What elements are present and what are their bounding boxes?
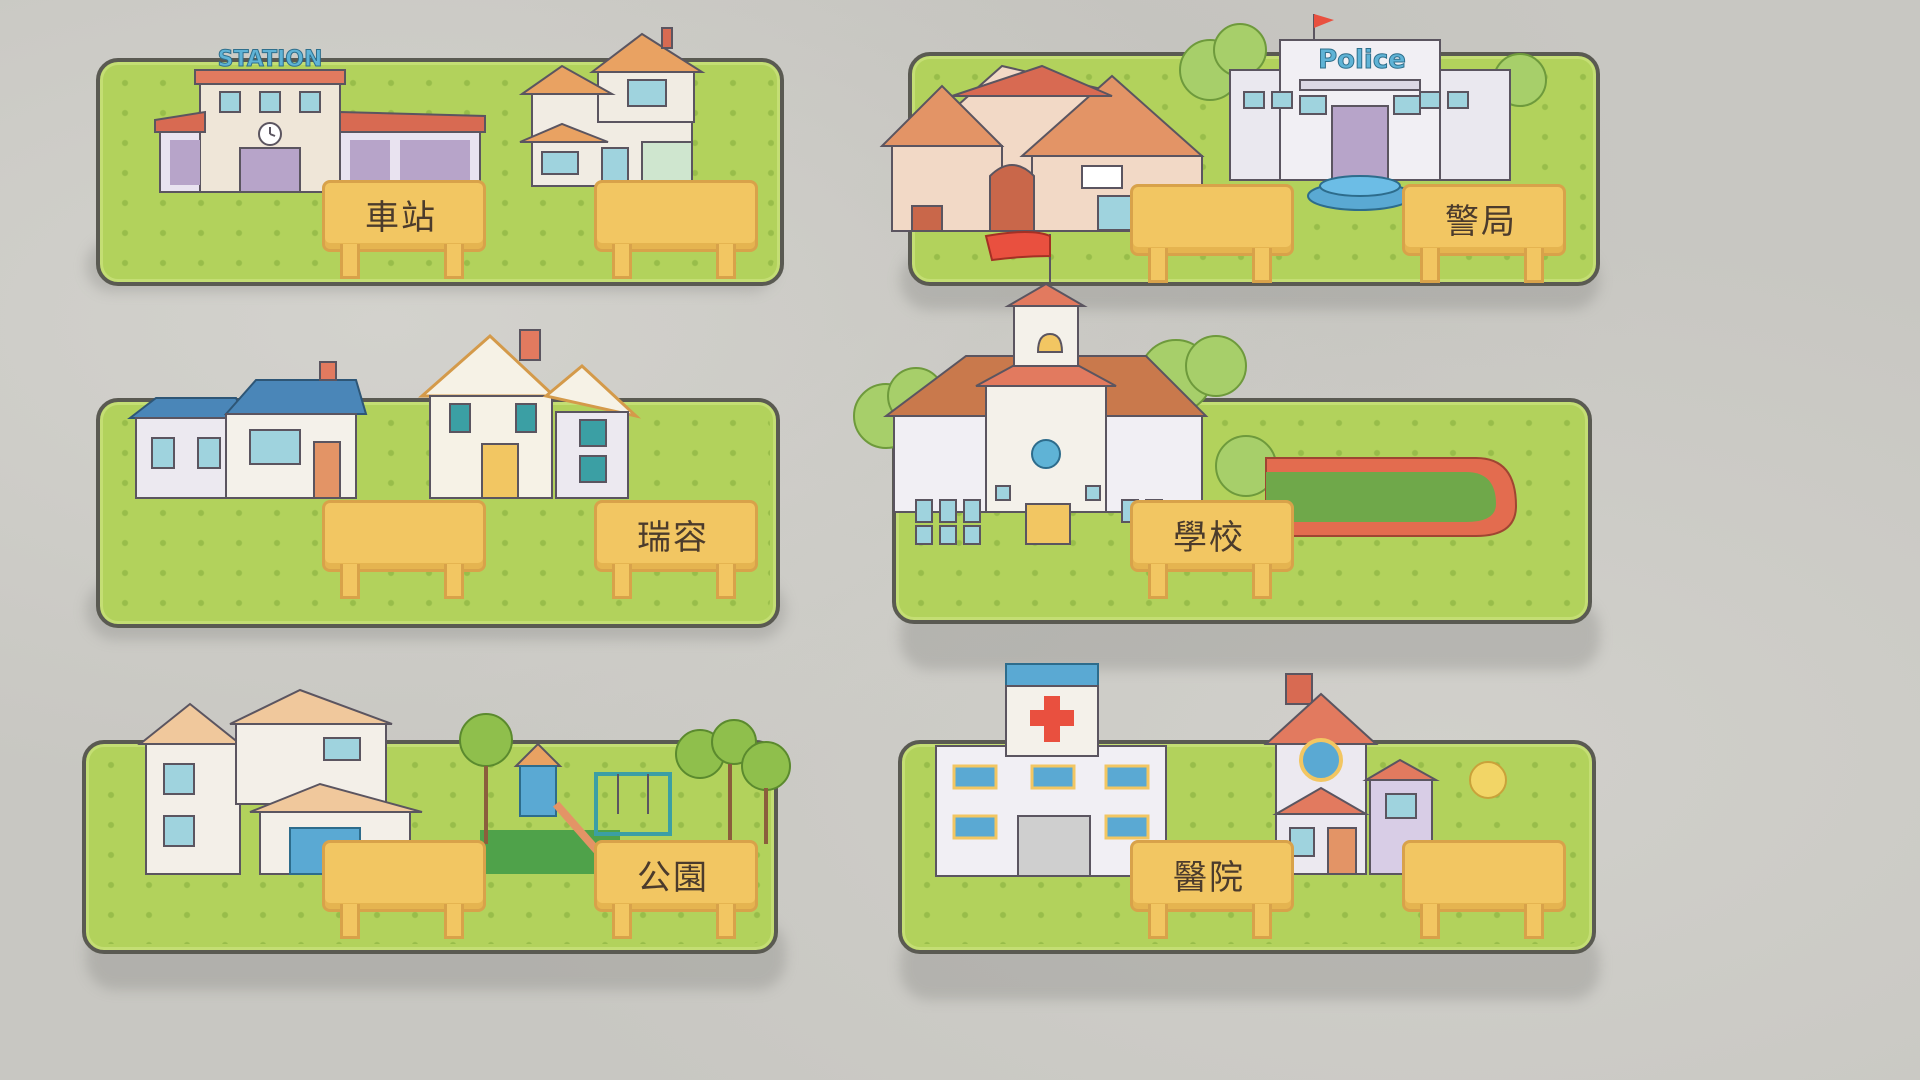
sign-empty-1[interactable] <box>594 180 758 279</box>
sign-police[interactable]: 警局 <box>1402 184 1566 283</box>
clock-icon <box>1031 439 1061 469</box>
sign-park-label: 公園 <box>637 858 709 898</box>
sign-school-label: 學校 <box>1173 518 1245 558</box>
sign-empty-5[interactable] <box>1402 840 1566 939</box>
flag-icon <box>984 231 1051 262</box>
sign-hospital-label: 醫院 <box>1173 858 1245 898</box>
sign-empty-3[interactable] <box>322 500 486 599</box>
sign-police-label: 警局 <box>1445 202 1517 242</box>
sign-empty-2[interactable] <box>1130 184 1294 283</box>
station-sign-text: STATION <box>218 47 323 72</box>
sign-hospital[interactable]: 醫院 <box>1130 840 1294 939</box>
sign-park[interactable]: 公園 <box>594 840 758 939</box>
game-map: STATION 車站 Police 警局 瑞容 學校 公園 醫院 <box>0 0 1920 1080</box>
houses-ruifang[interactable] <box>126 329 656 506</box>
police-sign-text: Police <box>1318 45 1406 75</box>
sign-empty-4[interactable] <box>322 840 486 939</box>
sign-ruifang[interactable]: 瑞容 <box>594 500 758 599</box>
station-building[interactable]: STATION <box>150 40 490 200</box>
sign-station[interactable]: 車站 <box>322 180 486 279</box>
sign-station-label: 車站 <box>365 198 437 238</box>
sign-school[interactable]: 學校 <box>1130 500 1294 599</box>
sign-ruifang-label: 瑞容 <box>637 518 709 558</box>
flag-icon <box>1314 14 1334 28</box>
house-station-right[interactable] <box>512 24 712 194</box>
bell-icon <box>1036 332 1064 353</box>
